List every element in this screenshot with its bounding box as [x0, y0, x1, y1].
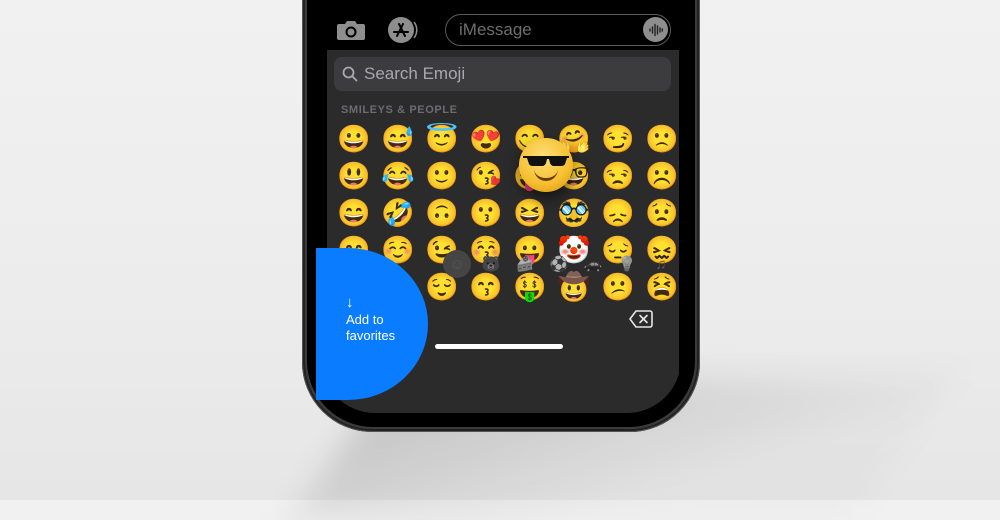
emoji-key[interactable]: 😟: [645, 196, 679, 230]
home-indicator[interactable]: [435, 344, 563, 349]
category-tab-food[interactable]: 🍰: [511, 250, 539, 278]
message-input[interactable]: iMessage: [445, 14, 671, 46]
camera-button[interactable]: [335, 16, 367, 44]
cool-emoji-smile: [534, 168, 558, 181]
emoji-key[interactable]: 😃: [337, 159, 371, 193]
emoji-key[interactable]: 😄: [337, 196, 371, 230]
app-store-button[interactable]: [387, 16, 419, 44]
delete-button[interactable]: [629, 310, 653, 333]
emoji-search-field[interactable]: Search Emoji: [334, 57, 671, 91]
emoji-key[interactable]: 🙃: [425, 196, 459, 230]
emoji-key[interactable]: 😂: [381, 159, 415, 193]
emoji-key[interactable]: 😘: [469, 159, 503, 193]
down-arrow-icon: ↓: [346, 294, 354, 311]
emoji-key[interactable]: 🙁: [645, 122, 679, 156]
emoji-category-bar: ☺ 🐻 🍰 ⚽ 🚗 💡 ♫: [443, 250, 679, 278]
emoji-key[interactable]: 🙂: [425, 159, 459, 193]
symbols-icon: ♫: [655, 255, 667, 273]
add-to-favorites-label: Add to favorites: [346, 312, 396, 343]
emoji-key[interactable]: 🥸: [557, 196, 591, 230]
emoji-key[interactable]: 😍: [469, 122, 503, 156]
delete-backward-icon: [629, 310, 653, 328]
category-tab-objects[interactable]: 💡: [613, 250, 641, 278]
emoji-key[interactable]: 🤣: [381, 196, 415, 230]
emoji-key[interactable]: ☹️: [645, 159, 679, 193]
travel-icon: 🚗: [583, 256, 603, 273]
emoji-key[interactable]: 😒: [601, 159, 635, 193]
emoji-search-placeholder: Search Emoji: [364, 64, 466, 83]
sunglasses-icon: [523, 156, 569, 166]
emoji-key[interactable]: 😅: [381, 122, 415, 156]
waveform-icon: [648, 23, 663, 36]
search-icon: [342, 66, 358, 82]
camera-icon: [337, 21, 365, 40]
section-title: SMILEYS & PEOPLE: [341, 104, 458, 116]
emoji-key[interactable]: 😗: [469, 196, 503, 230]
objects-icon: 💡: [617, 256, 637, 273]
emoji-key[interactable]: 😇: [425, 122, 459, 156]
dragged-emoji-smiling-face-with-sunglasses[interactable]: [519, 138, 573, 192]
dictation-button[interactable]: [643, 17, 668, 42]
message-placeholder: iMessage: [459, 20, 532, 39]
category-tab-activity[interactable]: ⚽: [545, 250, 573, 278]
emoji-key[interactable]: 😏: [601, 122, 635, 156]
smileys-icon: ☺: [449, 255, 465, 273]
category-tab-smileys[interactable]: ☺: [443, 250, 471, 278]
animals-icon: 🐻: [481, 256, 501, 273]
emoji-key[interactable]: 😆: [513, 196, 547, 230]
emoji-key[interactable]: 😞: [601, 196, 635, 230]
category-tab-symbols[interactable]: ♫: [647, 250, 675, 278]
app-store-icon: [388, 17, 418, 43]
activity-icon: ⚽: [549, 256, 569, 273]
category-tab-animals[interactable]: 🐻: [477, 250, 505, 278]
emoji-key[interactable]: 😀: [337, 122, 371, 156]
message-input-bar: iMessage: [321, 0, 681, 50]
category-tab-travel[interactable]: 🚗: [579, 250, 607, 278]
food-icon: 🍰: [515, 256, 535, 273]
